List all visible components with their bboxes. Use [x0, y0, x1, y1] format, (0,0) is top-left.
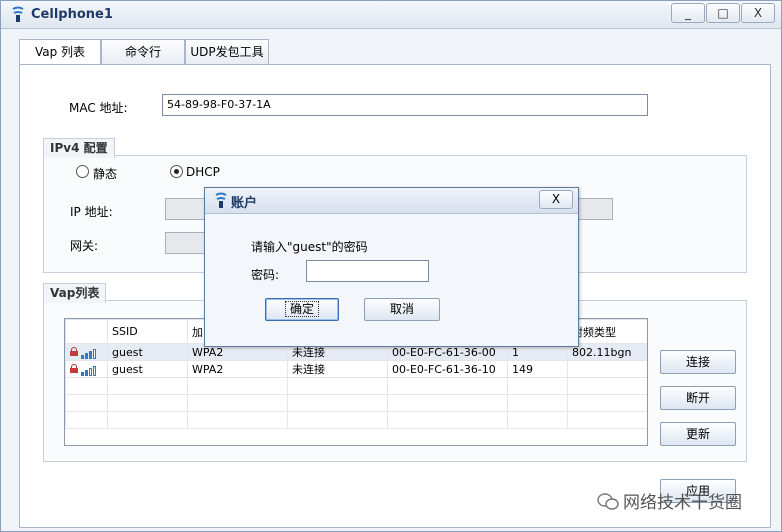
- table-row: [65, 377, 647, 395]
- ok-button[interactable]: 确定: [265, 298, 339, 321]
- mac-label: MAC 地址:: [69, 101, 128, 115]
- tab-udp-tool[interactable]: UDP发包工具: [185, 39, 269, 65]
- lock-icon: [70, 347, 78, 356]
- row-icons: [65, 360, 108, 378]
- minimize-button[interactable]: _: [671, 3, 705, 23]
- tab-vap-list[interactable]: Vap 列表: [19, 39, 101, 66]
- vap-group-title: Vap列表: [43, 283, 107, 303]
- table-row: [65, 394, 647, 412]
- ok-button-label: 确定: [284, 301, 320, 317]
- password-prompt: 请输入"guest"的密码: [251, 240, 368, 254]
- column-header: SSID: [107, 319, 188, 344]
- cancel-button[interactable]: 取消: [364, 298, 440, 321]
- column-header: 射频类型: [567, 319, 647, 344]
- disconnect-button[interactable]: 断开: [660, 386, 736, 410]
- lock-icon: [70, 364, 78, 373]
- refresh-button[interactable]: 更新: [660, 422, 736, 446]
- dhcp-label: DHCP: [186, 165, 220, 179]
- main-window: Cellphone1 _ □ X Vap 列表 命令行 UDP发包工具 MAC …: [0, 0, 782, 532]
- watermark-text: 网络技术干货圈: [623, 493, 742, 513]
- maximize-button[interactable]: □: [706, 3, 740, 23]
- wechat-icon: [597, 493, 619, 510]
- dialog-close-button[interactable]: X: [539, 190, 573, 209]
- status-cell: 未连接: [287, 360, 388, 378]
- signal-icon: [81, 346, 97, 359]
- signal-icon: [81, 363, 97, 376]
- static-label: 静态: [93, 167, 118, 181]
- bssid-cell: 00-E0-FC-61-36-10: [387, 360, 508, 378]
- close-button[interactable]: X: [741, 3, 775, 23]
- encryption-cell: WPA2: [187, 360, 288, 378]
- ssid-cell: guest: [107, 343, 188, 361]
- connect-button[interactable]: 连接: [660, 350, 736, 374]
- table-row[interactable]: guest WPA2 未连接 00-E0-FC-61-36-10 149: [65, 360, 647, 378]
- channel-cell: 149: [507, 360, 568, 378]
- table-row: [65, 411, 647, 429]
- radio-type-cell: [567, 360, 647, 378]
- static-radio[interactable]: [76, 165, 89, 178]
- ip-address-label: IP 地址:: [70, 205, 113, 219]
- mac-field[interactable]: 54-89-98-F0-37-1A: [162, 94, 648, 116]
- password-field[interactable]: [306, 260, 429, 282]
- ipv4-group-title: IPv4 配置: [43, 138, 115, 158]
- tab-command-line[interactable]: 命令行: [101, 39, 185, 65]
- radio-type-cell: 802.11bgn: [567, 343, 647, 361]
- window-title: Cellphone1: [31, 7, 113, 22]
- app-logo-icon: [215, 192, 227, 208]
- dialog-title-bar[interactable]: 账户 X: [205, 188, 578, 214]
- ssid-cell: guest: [107, 360, 188, 378]
- dialog-title: 账户: [231, 196, 258, 211]
- dhcp-radio[interactable]: [170, 165, 183, 178]
- title-bar[interactable]: Cellphone1 _ □ X: [1, 1, 781, 29]
- row-icons: [65, 343, 108, 361]
- password-label: 密码:: [251, 268, 280, 282]
- watermark: 网络技术干货圈: [597, 488, 742, 513]
- gateway-label: 网关:: [70, 239, 99, 253]
- account-dialog: 账户 X 请输入"guest"的密码 密码: 确定 取消: [204, 187, 579, 347]
- column-header: [65, 319, 108, 344]
- app-logo-icon: [12, 6, 24, 22]
